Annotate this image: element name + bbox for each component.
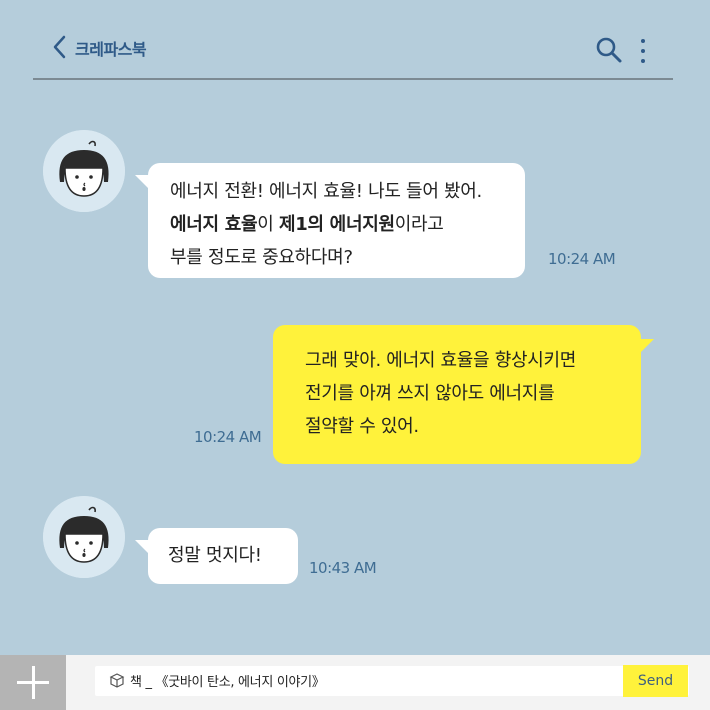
message-text: 이 — [257, 214, 279, 235]
message-bubble-friend: 정말 멋지다! — [135, 528, 298, 584]
message-input-text: 책 _ 《굿바이 탄소, 에너지 이야기》 — [130, 675, 325, 690]
message-line: 절약할 수 있어. — [305, 416, 419, 437]
bold-text: 에너지 효율 — [170, 214, 258, 235]
friend-avatar — [43, 496, 125, 578]
bold-text: 제1의 에너지원 — [278, 214, 395, 235]
message-line: 정말 멋지다! — [168, 545, 262, 566]
message-timestamp: 10:24 AM — [548, 250, 616, 268]
search-icon[interactable] — [595, 36, 623, 64]
message-line: 에너지 효율이 제1의 에너지원이라고 — [170, 208, 525, 241]
message-bubble-friend: 에너지 전환! 에너지 효율! 나도 들어 봤어. 에너지 효율이 제1의 에너… — [135, 163, 525, 278]
friend-avatar — [43, 130, 125, 212]
more-options-icon[interactable] — [635, 36, 651, 66]
message-timestamp: 10:24 AM — [194, 428, 262, 446]
message-timestamp: 10:43 AM — [309, 559, 377, 577]
message-line: 부를 정도로 중요하다며? — [170, 247, 353, 268]
chat-title: 크레파스북 — [75, 40, 147, 59]
message-input-bar: 책 _ 《굿바이 탄소, 에너지 이야기》 — [0, 655, 710, 710]
add-attachment-button[interactable] — [0, 655, 66, 710]
chat-header: 크레파스북 — [33, 24, 673, 80]
message-line: 에너지 전환! 에너지 효율! 나도 들어 봤어. — [170, 181, 482, 202]
back-chevron-icon[interactable] — [49, 34, 73, 60]
message-line: 그래 맞아. 에너지 효율을 향상시키면 — [305, 350, 577, 371]
book-icon — [109, 673, 125, 688]
message-bubble-me: 그래 맞아. 에너지 효율을 향상시키면 전기를 아껴 쓰지 않아도 에너지를 … — [273, 325, 654, 464]
message-text: 이라고 — [394, 214, 444, 235]
send-button[interactable]: Send — [623, 665, 688, 697]
message-line: 전기를 아껴 쓰지 않아도 에너지를 — [305, 383, 555, 404]
message-input[interactable]: 책 _ 《굿바이 탄소, 에너지 이야기》 — [95, 666, 689, 696]
